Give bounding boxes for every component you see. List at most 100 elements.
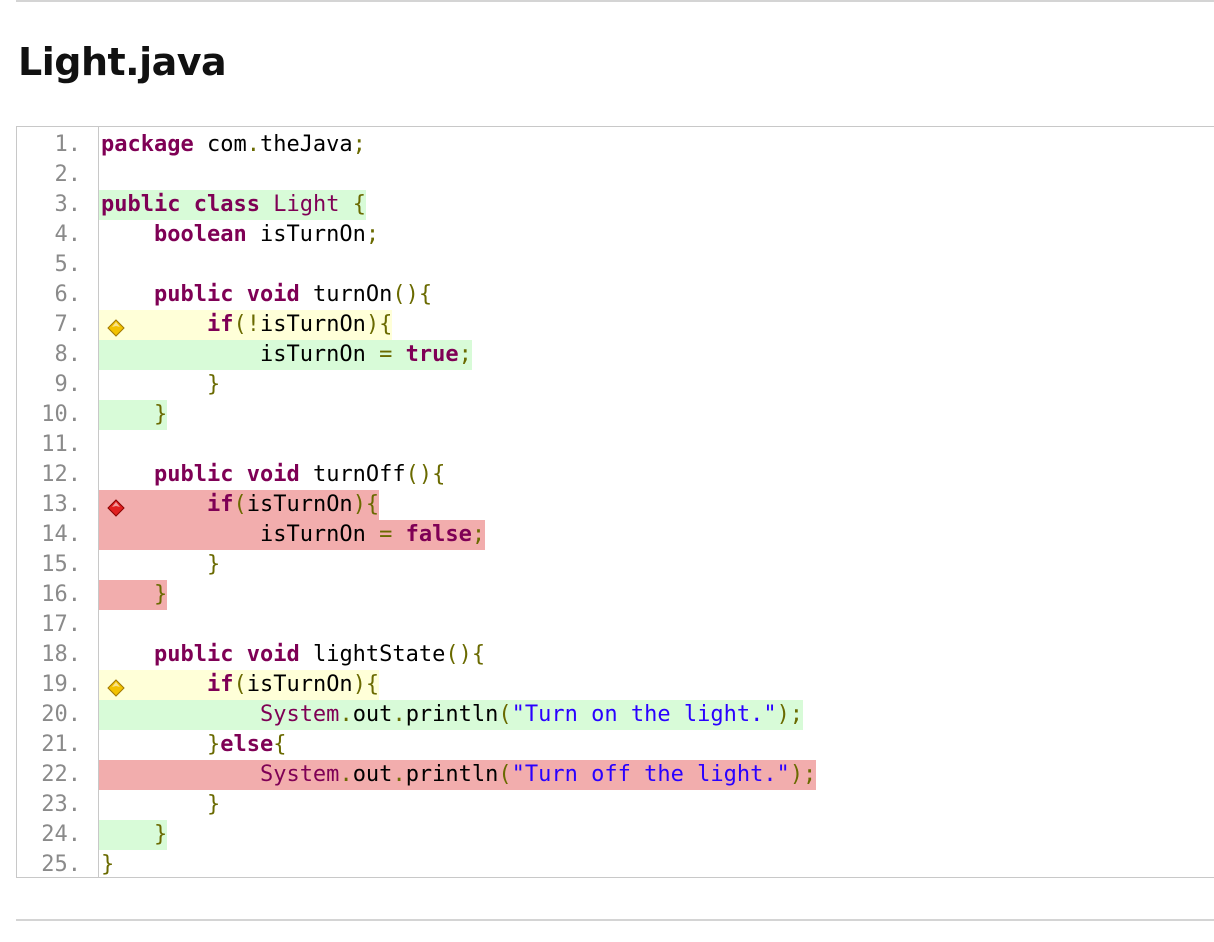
line-number: 12. — [41, 462, 81, 487]
code-text — [99, 250, 101, 280]
coverage-highlight: if(!isTurnOn){ — [99, 310, 393, 340]
code-token: ); — [789, 762, 817, 787]
line-number: 15. — [41, 552, 81, 577]
code-token: class — [193, 192, 260, 217]
coverage-highlight: isTurnOn = false; — [99, 520, 486, 550]
code-segment: } — [99, 550, 220, 580]
code-token: (! — [233, 312, 260, 337]
code-token: (){ — [392, 282, 433, 307]
line-number: 2. — [54, 162, 82, 187]
code-line: 20. System.out.println("Turn on the ligh… — [17, 700, 1214, 730]
code-text: } — [99, 820, 168, 850]
code-token: ); — [776, 702, 804, 727]
line-number: 11. — [41, 432, 81, 457]
partial-branch-icon[interactable] — [107, 316, 125, 337]
code-line: 6. public void turnOn(){ — [17, 280, 1214, 310]
code-line: 11. — [17, 430, 1214, 460]
line-number: 14. — [41, 522, 81, 547]
coverage-highlight: System.out.println("Turn off the light."… — [99, 760, 817, 790]
code-text — [99, 430, 101, 460]
code-text: public class Light { — [99, 190, 366, 220]
code-token: } — [153, 822, 168, 847]
code-text: System.out.println("Turn on the light.")… — [99, 700, 804, 730]
line-number: 7. — [54, 312, 82, 337]
code-token: turnOff — [299, 462, 406, 487]
code-token: turnOn — [299, 282, 393, 307]
code-line: 23. } — [17, 790, 1214, 820]
code-line: 25.} — [17, 850, 1214, 880]
coverage-highlight: } — [99, 400, 168, 430]
code-line: 8. isTurnOn = true; — [17, 340, 1214, 370]
line-number: 20. — [41, 702, 81, 727]
code-token: void — [246, 282, 300, 307]
top-divider — [16, 0, 1214, 2]
code-text: isTurnOn = false; — [99, 520, 486, 550]
code-text — [99, 160, 101, 190]
code-line: 14. isTurnOn = false; — [17, 520, 1214, 550]
code-text: boolean isTurnOn; — [99, 220, 379, 250]
code-token: public — [153, 282, 234, 307]
code-text: if(isTurnOn){ — [99, 670, 380, 700]
code-segment: } — [99, 370, 220, 400]
code-line: 10. } — [17, 400, 1214, 430]
code-token: ; — [458, 342, 472, 367]
code-line: 1. package com.theJava; — [17, 130, 1214, 160]
code-token: println — [405, 702, 499, 727]
coverage-highlight: } — [99, 580, 168, 610]
code-token: boolean — [153, 222, 247, 247]
code-text: package com.theJava; — [99, 130, 366, 160]
missed-branch-icon[interactable] — [107, 496, 125, 517]
line-number: 22. — [41, 762, 81, 787]
code-token: . — [339, 702, 353, 727]
code-text: } — [99, 550, 220, 580]
code-text: if(isTurnOn){ — [99, 490, 380, 520]
code-token: out — [352, 762, 393, 787]
code-token: ( — [498, 702, 512, 727]
code-token: ; — [365, 222, 380, 247]
code-token: ){ — [352, 492, 380, 517]
code-text: public void lightState(){ — [99, 640, 485, 670]
code-text: } — [99, 580, 168, 610]
code-token: if — [206, 672, 234, 697]
code-segment: public void lightState(){ — [99, 640, 485, 670]
coverage-highlight: System.out.println("Turn on the light.")… — [99, 700, 804, 730]
code-token: } — [206, 792, 221, 817]
code-token: public — [153, 642, 234, 667]
code-line: 12. public void turnOff(){ — [17, 460, 1214, 490]
code-segment: boolean isTurnOn; — [99, 220, 379, 250]
code-text: } — [99, 790, 220, 820]
code-token: ( — [233, 672, 247, 697]
code-token: { — [273, 732, 287, 757]
code-token: } — [153, 582, 168, 607]
line-number: 10. — [41, 402, 81, 427]
code-line: 2. — [17, 160, 1214, 190]
code-token: . — [392, 702, 406, 727]
line-number: 9. — [54, 372, 82, 397]
code-token: "Turn off the light." — [511, 762, 790, 787]
code-token: (){ — [405, 462, 446, 487]
code-token: = — [379, 342, 393, 367]
code-token: (){ — [445, 642, 486, 667]
code-token: println — [405, 762, 499, 787]
code-token: lightState — [299, 642, 446, 667]
code-line: 16. } — [17, 580, 1214, 610]
code-token: isTurnOn — [246, 492, 353, 517]
code-token: . — [246, 132, 260, 157]
code-text: public void turnOn(){ — [99, 280, 432, 310]
code-token: ; — [352, 132, 366, 157]
code-segment: } — [99, 850, 114, 880]
line-number: 16. — [41, 582, 81, 607]
code-line: 15. } — [17, 550, 1214, 580]
partial-branch-icon[interactable] — [107, 676, 125, 697]
code-text: } — [99, 400, 168, 430]
code-text: if(!isTurnOn){ — [99, 310, 393, 340]
line-number: 6. — [54, 282, 82, 307]
line-number: 17. — [41, 612, 81, 637]
code-segment: }else{ — [99, 730, 286, 760]
